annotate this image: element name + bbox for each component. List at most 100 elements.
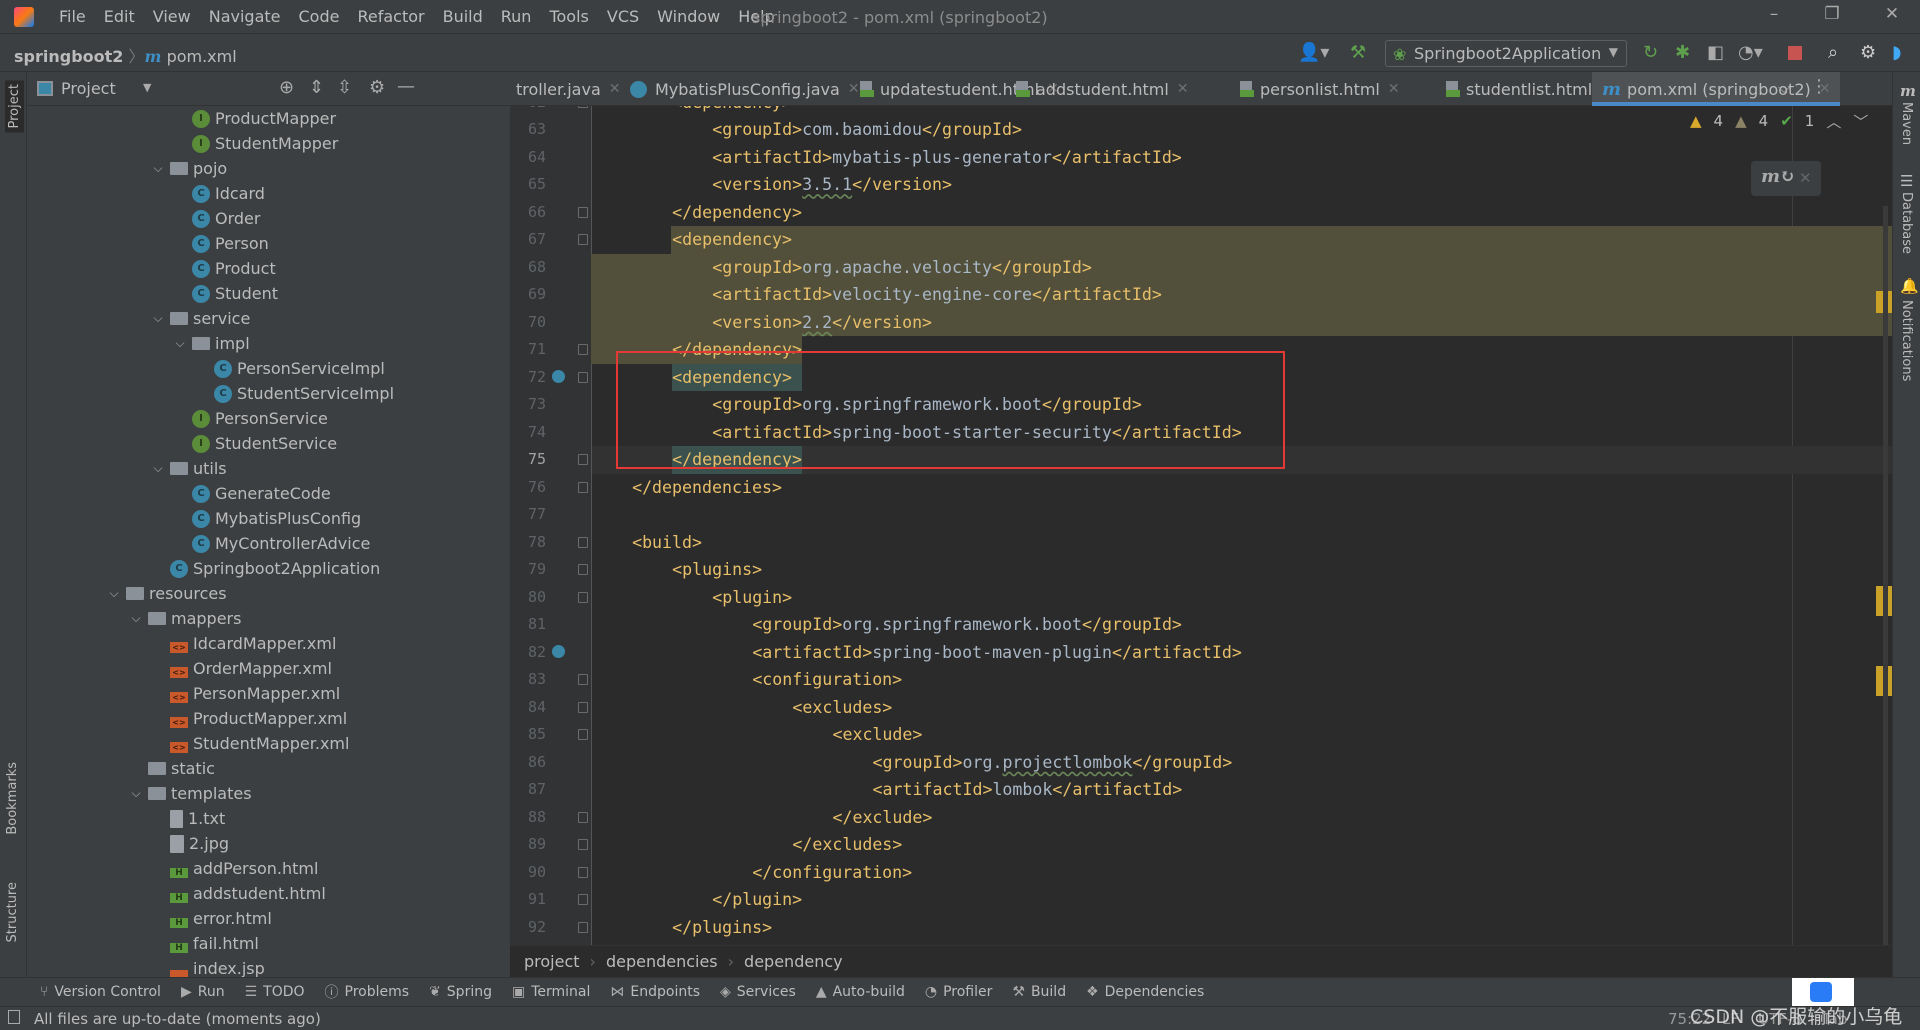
run-configuration-select[interactable]: ❀ Springboot2Application ▼: [1385, 40, 1627, 67]
tree-item[interactable]: C Springboot2Application: [27, 556, 497, 581]
chevron-down-icon[interactable]: ⌵: [146, 311, 170, 326]
tab-studentlist-html[interactable]: studentlist.html✕: [1446, 72, 1612, 106]
database-tool-button[interactable]: Database: [1899, 192, 1914, 254]
tree-item[interactable]: <> StudentMapper.xml: [27, 731, 497, 756]
toolwindow-build[interactable]: ⚒ Build: [1012, 984, 1066, 1000]
tree-item[interactable]: <> PersonMapper.xml: [27, 681, 497, 706]
breadcrumb-dependencies[interactable]: dependencies: [606, 952, 718, 971]
chevron-down-icon[interactable]: ﹀: [1853, 111, 1868, 132]
menu-file[interactable]: File: [50, 7, 95, 26]
toolwindow-run[interactable]: ▶ Run: [181, 984, 225, 1000]
chevron-down-icon[interactable]: ⌵: [168, 336, 192, 351]
chevron-up-icon[interactable]: ︿: [1826, 111, 1841, 132]
locate-file-icon[interactable]: ⊕: [279, 77, 294, 98]
tree-item[interactable]: C Student: [27, 281, 497, 306]
menu-edit[interactable]: Edit: [95, 7, 144, 26]
structure-tool-button[interactable]: Structure: [5, 882, 20, 942]
chevron-down-icon[interactable]: ⌵: [124, 786, 148, 801]
menu-window[interactable]: Window: [648, 7, 729, 26]
toolwindow-problems[interactable]: ⓘ Problems: [325, 982, 410, 1002]
tree-item[interactable]: C MybatisPlusConfig: [27, 506, 497, 531]
close-window-button[interactable]: ✕: [1872, 4, 1912, 30]
menu-build[interactable]: Build: [434, 7, 492, 26]
more-icon[interactable]: ⋮: [1810, 76, 1828, 97]
toolwindow-auto-build[interactable]: ▲ Auto-build: [816, 984, 905, 1000]
coverage-icon[interactable]: ◧: [1707, 42, 1724, 63]
tab-pom-xml-springboot2-[interactable]: m pom.xml (springboot2) ✕: [1592, 72, 1841, 106]
stop-icon[interactable]: [1788, 46, 1802, 60]
maven-tool-button[interactable]: Maven: [1899, 102, 1914, 145]
breadcrumb-project[interactable]: project: [524, 952, 580, 971]
toolwindow-version-control[interactable]: ⑂ Version Control: [40, 984, 161, 1000]
hide-panel-icon[interactable]: —: [397, 76, 415, 97]
tree-item[interactable]: C GenerateCode: [27, 481, 497, 506]
gear-icon[interactable]: ⚙: [369, 77, 385, 98]
plugin-logo-icon[interactable]: ◗: [1892, 42, 1901, 63]
menu-navigate[interactable]: Navigate: [200, 7, 290, 26]
editor-scrollbar[interactable]: [1883, 206, 1888, 945]
toolwindow-endpoints[interactable]: ⋈ Endpoints: [610, 984, 700, 1000]
chevron-down-icon[interactable]: ⌵: [124, 611, 148, 626]
menu-view[interactable]: View: [144, 7, 200, 26]
menu-tools[interactable]: Tools: [540, 7, 597, 26]
close-icon[interactable]: ✕: [1388, 81, 1400, 97]
close-icon[interactable]: ✕: [848, 81, 860, 97]
tree-item[interactable]: I StudentService: [27, 431, 497, 456]
menu-run[interactable]: Run: [492, 7, 541, 26]
restore-button[interactable]: ❐: [1812, 4, 1852, 30]
tree-item[interactable]: ⌵ utils: [27, 456, 497, 481]
tree-item[interactable]: Hfail.html: [27, 931, 497, 956]
tree-item[interactable]: <> ProductMapper.xml: [27, 706, 497, 731]
tree-item[interactable]: C PersonServiceImpl: [27, 356, 497, 381]
build-hammer-icon[interactable]: ⚒: [1350, 42, 1366, 63]
toolwindow-services[interactable]: ◈ Services: [720, 984, 796, 1000]
tab-personlist-html[interactable]: personlist.html ✕: [1240, 72, 1400, 106]
gear-icon[interactable]: ⚙: [1860, 42, 1876, 63]
tree-item[interactable]: C Order: [27, 206, 497, 231]
tree-item[interactable]: HaddPerson.html: [27, 856, 497, 881]
toolwindow-profiler[interactable]: ◔ Profiler: [925, 984, 993, 1000]
tab-mybatisplusconfig-java[interactable]: MybatisPlusConfig.java ✕: [630, 72, 860, 106]
bookmarks-tool-button[interactable]: Bookmarks: [5, 762, 20, 835]
tree-item[interactable]: I PersonService: [27, 406, 497, 431]
tree-item[interactable]: 2.jpg: [27, 831, 497, 856]
close-icon[interactable]: ✕: [1799, 169, 1812, 187]
notifications-tool-button[interactable]: Notifications: [1899, 300, 1914, 381]
chevron-down-icon[interactable]: ⌵: [146, 461, 170, 476]
tree-item[interactable]: ⌵ service: [27, 306, 497, 331]
tree-item[interactable]: index.jsp: [27, 956, 497, 977]
profile-icon[interactable]: ◔▾: [1738, 42, 1763, 63]
tree-item[interactable]: ⌵ resources: [27, 581, 497, 606]
close-icon[interactable]: ✕: [609, 81, 621, 97]
code-editor[interactable]: 6263646566676869707172737475767778798081…: [510, 106, 1892, 945]
tree-item[interactable]: ⌵ templates: [27, 781, 497, 806]
tree-item[interactable]: ⌵ mappers: [27, 606, 497, 631]
tree-item[interactable]: <> IdcardMapper.xml: [27, 631, 497, 656]
chevron-down-icon[interactable]: ▼: [143, 81, 151, 94]
tree-item[interactable]: C Product: [27, 256, 497, 281]
tree-item[interactable]: Herror.html: [27, 906, 497, 931]
project-panel-title[interactable]: Project: [61, 79, 116, 98]
tree-item[interactable]: static: [27, 756, 497, 781]
inspection-widget[interactable]: ▲ 4 ▲ 4 ✔ 1 ︿ ﹀: [1690, 106, 1868, 136]
debug-icon[interactable]: ✱: [1675, 42, 1690, 63]
maven-reload-icon[interactable]: m↻: [1761, 166, 1795, 187]
minimize-button[interactable]: –: [1754, 4, 1794, 30]
chevron-down-icon[interactable]: ⌵: [146, 161, 170, 176]
collapse-all-icon[interactable]: ⇳: [337, 77, 352, 98]
toolwindow-dependencies[interactable]: ❖ Dependencies: [1086, 984, 1204, 1000]
toolwindow-spring[interactable]: ❦ Spring: [429, 984, 492, 1000]
user-icon[interactable]: 👤▾: [1298, 42, 1329, 63]
tree-item[interactable]: C Person: [27, 231, 497, 256]
search-icon[interactable]: ⌕: [1828, 42, 1838, 63]
tree-item[interactable]: I ProductMapper: [27, 106, 497, 131]
close-icon[interactable]: ✕: [1177, 81, 1189, 97]
nav-project[interactable]: springboot2: [14, 47, 123, 66]
chevron-down-icon[interactable]: ⌵: [102, 586, 126, 601]
project-tool-button[interactable]: Project: [5, 80, 24, 133]
tree-item[interactable]: C StudentServiceImpl: [27, 381, 497, 406]
tree-item[interactable]: C Idcard: [27, 181, 497, 206]
tab-addstudent-html[interactable]: addstudent.html ✕: [1016, 72, 1189, 106]
tabs-dropdown-icon[interactable]: ⌵: [1778, 78, 1790, 98]
tree-item[interactable]: Haddstudent.html: [27, 881, 497, 906]
